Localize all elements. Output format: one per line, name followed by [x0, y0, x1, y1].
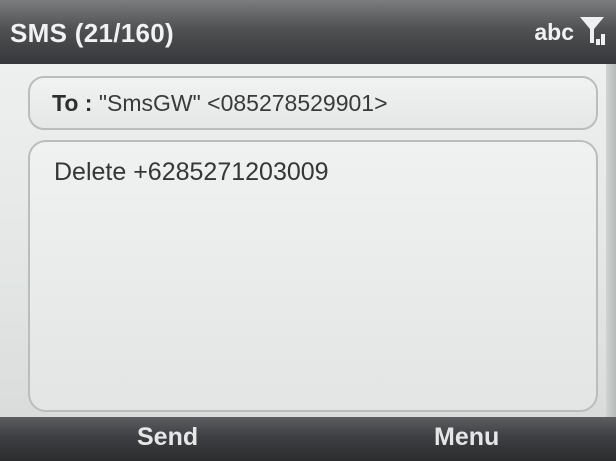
- input-mode-indicator: abc: [534, 19, 574, 45]
- menu-softkey[interactable]: Menu: [434, 423, 499, 452]
- softkey-bar: Send Menu: [0, 417, 616, 461]
- recipient-field[interactable]: To : "SmsGW" <085278529901>: [28, 76, 598, 130]
- to-label: To :: [52, 90, 93, 116]
- title-bar: SMS (21/160) abc: [0, 0, 616, 64]
- compose-body: To : "SmsGW" <085278529901> Delete +6285…: [0, 64, 616, 417]
- message-textarea[interactable]: Delete +6285271203009: [28, 140, 598, 412]
- scrollbar: [606, 64, 616, 417]
- recipient-value: "SmsGW" <085278529901>: [92, 90, 388, 116]
- sms-compose-screen: SMS (21/160) abc To : "SmsGW" <085278529…: [0, 0, 616, 461]
- signal-antenna-icon: [580, 17, 605, 45]
- message-text: Delete +6285271203009: [54, 158, 329, 186]
- send-softkey[interactable]: Send: [137, 423, 198, 452]
- window-title: SMS (21/160): [10, 18, 175, 48]
